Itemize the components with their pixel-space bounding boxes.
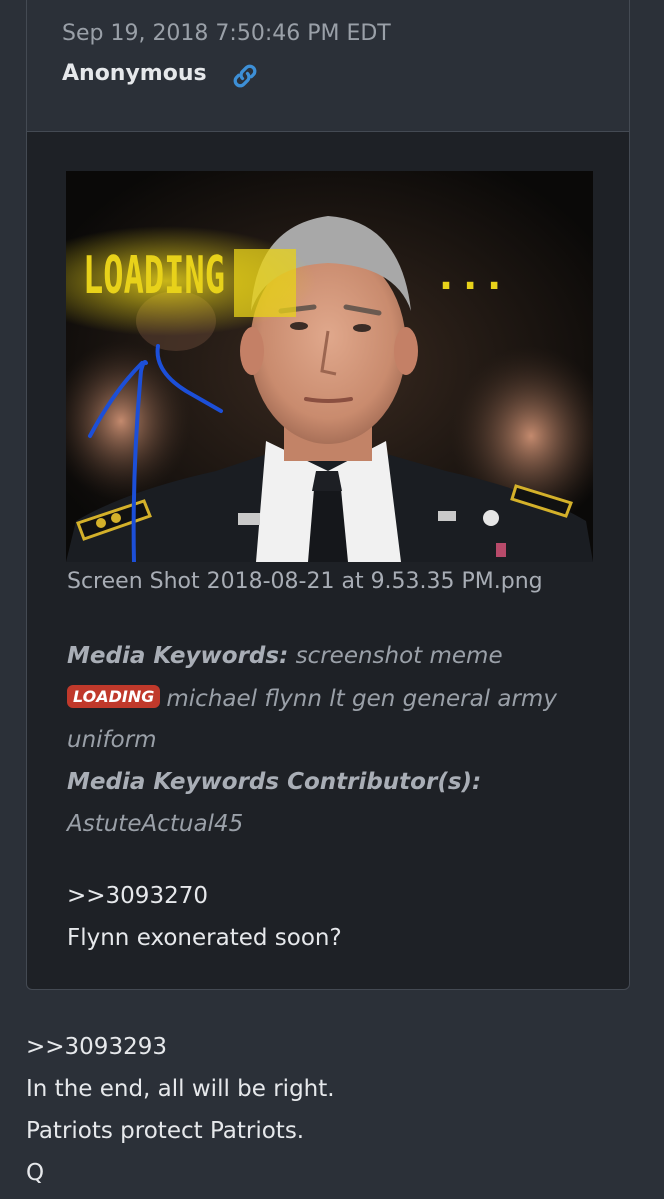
- post-timestamp: Sep 19, 2018 7:50:46 PM EDT: [62, 21, 391, 46]
- image-filename[interactable]: Screen Shot 2018-08-21 at 9.53.35 PM.png: [67, 569, 543, 594]
- flynn-photo: LOADING ...: [66, 171, 593, 562]
- media-keywords-value-3: uniform: [67, 727, 157, 753]
- media-keywords-label: Media Keywords:: [67, 643, 289, 669]
- image-overlay-loading: LOADING: [83, 246, 225, 306]
- reply-line-1: In the end, all will be right.: [26, 1076, 335, 1102]
- loading-badge: LOADING: [67, 685, 161, 708]
- reply-reference-link[interactable]: >>3093293: [26, 1034, 167, 1060]
- media-keywords-line-3: uniform: [67, 727, 157, 753]
- post-card: Sep 19, 2018 7:50:46 PM EDT Anonymous LO…: [26, 0, 630, 990]
- media-keywords-line-1: Media Keywords: screenshot meme: [67, 643, 503, 669]
- post-author: Anonymous: [62, 61, 207, 86]
- post-image[interactable]: LOADING ...: [66, 171, 593, 562]
- reply-line-2: Patriots protect Patriots.: [26, 1118, 305, 1144]
- media-keywords-value-2: michael flynn lt gen general army: [166, 686, 557, 712]
- reply-line-3: Q: [26, 1160, 45, 1186]
- media-contributor-value: AstuteActual45: [67, 811, 244, 837]
- post-message: Flynn exonerated soon?: [67, 925, 342, 951]
- link-icon[interactable]: [230, 61, 260, 91]
- media-contributor-label-line: Media Keywords Contributor(s):: [67, 769, 481, 795]
- media-keywords-value-1: screenshot meme: [295, 643, 503, 669]
- media-contributor-label: Media Keywords Contributor(s):: [67, 769, 482, 795]
- media-keywords-line-2: LOADING michael flynn lt gen general army: [67, 685, 557, 712]
- post-reference-link[interactable]: >>3093270: [67, 883, 208, 909]
- post-header: Sep 19, 2018 7:50:46 PM EDT Anonymous: [27, 0, 629, 132]
- image-overlay-dots: ...: [434, 253, 506, 299]
